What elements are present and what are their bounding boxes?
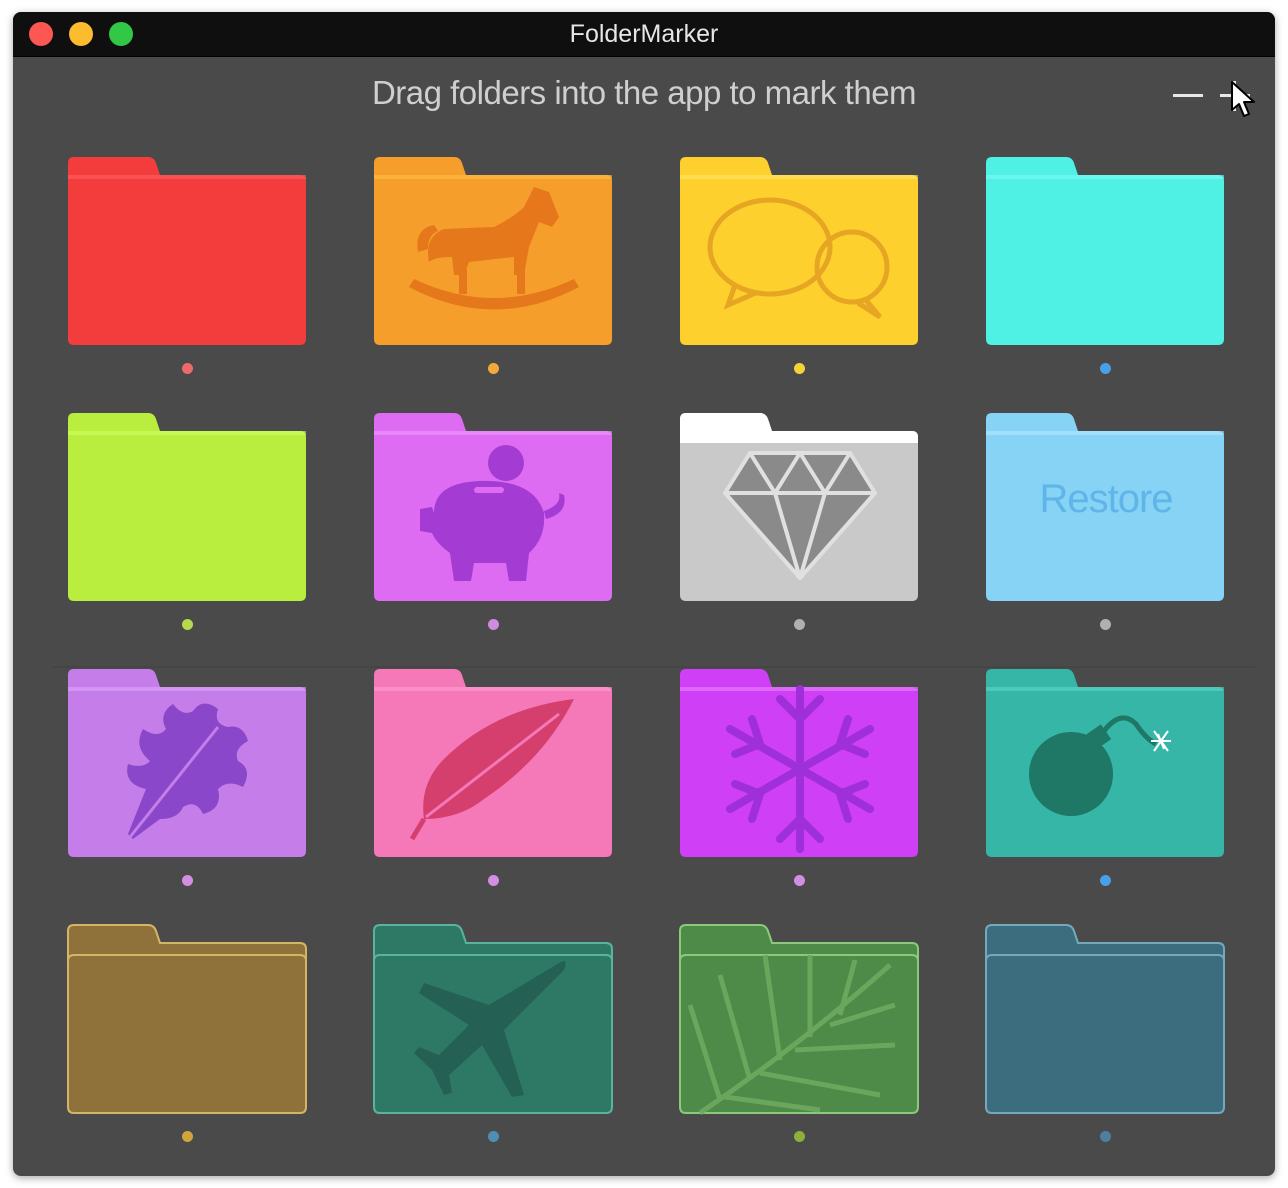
color-dot	[1100, 1131, 1111, 1142]
title-bar: FolderMarker	[13, 12, 1275, 57]
row-divider	[53, 666, 1255, 668]
folder-brown[interactable]	[68, 925, 308, 1115]
folder-silver[interactable]	[680, 413, 920, 603]
color-dot	[794, 1131, 805, 1142]
folder-teal[interactable]	[986, 669, 1226, 859]
color-dot	[794, 619, 805, 630]
folder-slate-blue[interactable]	[986, 925, 1226, 1115]
folder-sea-green[interactable]	[374, 925, 614, 1115]
color-dot	[488, 1131, 499, 1142]
color-dot	[1100, 619, 1111, 630]
mouse-pointer-icon	[1229, 80, 1259, 120]
app-window: FolderMarker Drag folders into the app t…	[13, 12, 1275, 1176]
folder-orange[interactable]	[374, 157, 614, 347]
folder-lime[interactable]	[68, 413, 308, 603]
color-dot	[794, 875, 805, 886]
folder-pink[interactable]	[374, 669, 614, 859]
color-dot	[182, 875, 193, 886]
folder-lavender[interactable]	[68, 669, 308, 859]
folder-cyan[interactable]	[986, 157, 1226, 347]
color-dot	[1100, 875, 1111, 886]
color-dot	[182, 1131, 193, 1142]
folder-violet[interactable]	[374, 413, 614, 603]
color-dot	[182, 619, 193, 630]
color-dot	[182, 363, 193, 374]
folder-green[interactable]	[680, 925, 920, 1115]
folder-red[interactable]	[68, 157, 308, 347]
folder-magenta[interactable]	[680, 669, 920, 859]
color-dot	[1100, 363, 1111, 374]
color-dot	[794, 363, 805, 374]
folder-yellow[interactable]	[680, 157, 920, 347]
drag-instructions: Drag folders into the app to mark them	[13, 74, 1275, 112]
restore-label: Restore	[986, 477, 1226, 522]
minus-icon[interactable]	[1169, 76, 1209, 116]
folder-light-blue[interactable]: Restore	[986, 413, 1226, 603]
color-dot	[488, 363, 499, 374]
window-title: FolderMarker	[13, 12, 1275, 56]
color-dot	[488, 619, 499, 630]
color-dot	[488, 875, 499, 886]
